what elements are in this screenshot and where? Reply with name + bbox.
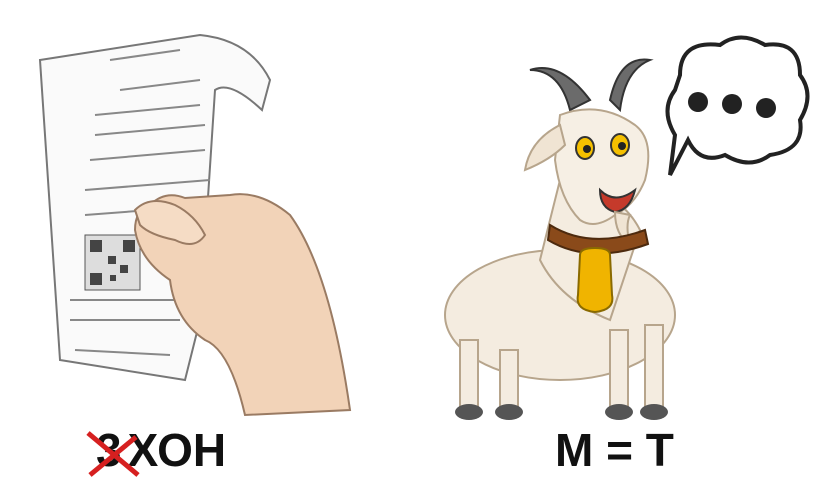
goat-leg [499, 349, 519, 411]
strike-cross-icon [86, 431, 140, 477]
speech-bubble [665, 35, 810, 176]
goat-hoof [495, 404, 523, 420]
receipt-in-hand-illustration [38, 33, 352, 417]
goat-horn [608, 58, 654, 113]
qr-code [84, 234, 141, 291]
goat-hoof [640, 404, 668, 420]
goat-horn [529, 67, 592, 112]
ellipsis-dot [756, 98, 776, 118]
goat-hoof [605, 404, 633, 420]
goat-head [553, 108, 650, 225]
ellipsis-dot [688, 92, 708, 112]
goat-hoof [455, 404, 483, 420]
goat-leg [644, 324, 664, 411]
goat-leg [459, 339, 479, 411]
right-caption: М = Т [555, 424, 674, 476]
goat-illustration [444, 35, 810, 420]
goat-leg [609, 329, 629, 411]
ellipsis-dot [722, 94, 742, 114]
left-caption: 3 ХОН [86, 420, 227, 480]
left-caption-word: ХОН [127, 424, 227, 476]
goat-bell [576, 246, 614, 314]
struck-letter: 3 [86, 423, 140, 477]
